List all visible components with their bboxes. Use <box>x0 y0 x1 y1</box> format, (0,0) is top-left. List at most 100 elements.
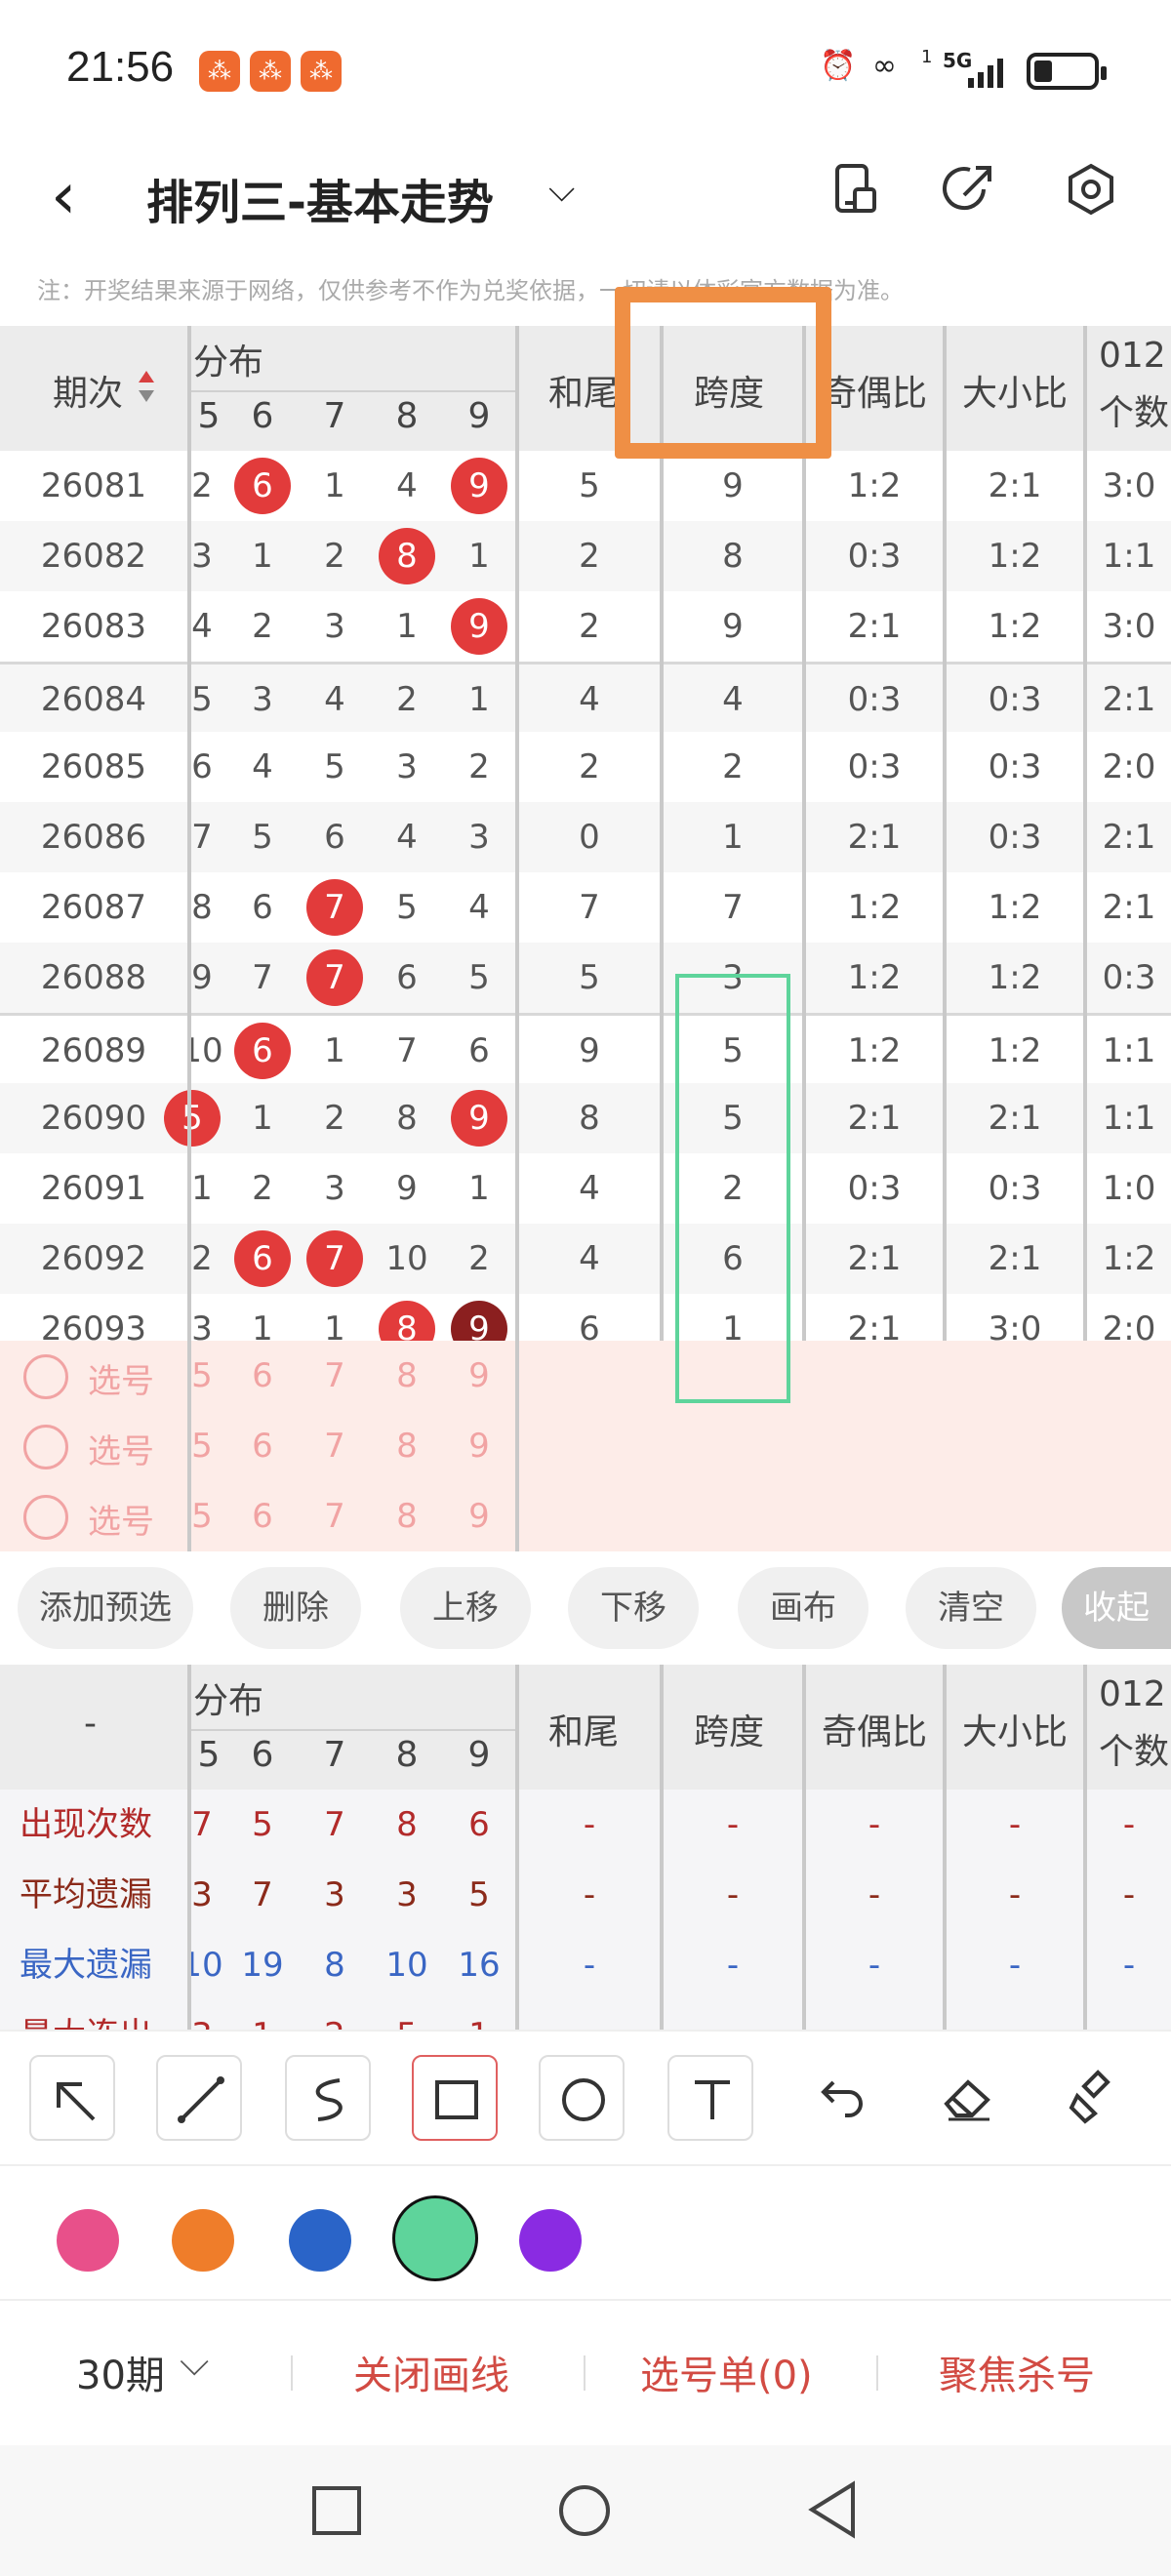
mod012-header[interactable]: 012 <box>1099 336 1166 376</box>
sum-tail-header[interactable]: 和尾 <box>548 365 619 416</box>
pick-digit[interactable]: 6 <box>228 1481 297 1551</box>
pick-digit[interactable]: 6 <box>228 1411 297 1481</box>
circle-tool-icon[interactable] <box>539 2055 625 2141</box>
period-cell: 26092 <box>40 1239 147 1278</box>
recents-icon[interactable] <box>310 2484 363 2537</box>
clear-brush-icon[interactable] <box>1052 2055 1138 2141</box>
number-picker-area: 选号 5 6 7 8 9 选号 5 6 7 8 9 选号 5 6 7 8 9 <box>0 1341 1171 1551</box>
winning-number-ball: 7 <box>306 1230 363 1287</box>
green-rectangle-annotation[interactable] <box>675 974 790 1403</box>
table-row[interactable]: 26092 2 6 7 10 2 4 6 2:1 2:1 1:2 <box>0 1224 1171 1294</box>
digit-cell: 3 <box>396 747 418 786</box>
undo-icon[interactable] <box>796 2055 882 2141</box>
pick-list-button[interactable]: 选号单(0) <box>640 2344 813 2400</box>
pick-digit[interactable]: 8 <box>373 1481 441 1551</box>
share-icon[interactable] <box>941 160 999 219</box>
pick-digit[interactable]: 5 <box>191 1411 226 1481</box>
table-row[interactable]: 26086 7 5 6 4 3 0 1 2:1 0:3 2:1 <box>0 802 1171 872</box>
move-up-button[interactable]: 上移 <box>400 1567 531 1649</box>
statistics-table: - 分布 5 6 7 8 9 和尾 跨度 奇偶比 大小比 012 个数 出现次数… <box>0 1665 1171 2030</box>
settings-icon[interactable] <box>1062 160 1120 219</box>
winning-number-ball: 9 <box>451 598 507 655</box>
add-canvas-button[interactable]: 画布+ <box>738 1567 868 1710</box>
pick-row[interactable]: 选号 5 6 7 8 9 <box>0 1481 517 1551</box>
color-swatch-green-selected[interactable] <box>392 2195 478 2281</box>
collapse-button[interactable]: 收起 <box>1062 1567 1171 1649</box>
delete-button[interactable]: 删除 <box>230 1567 361 1649</box>
pick-digit[interactable]: 5 <box>191 1481 226 1551</box>
close-drawing-button[interactable]: 关闭画线 <box>353 2344 509 2400</box>
focus-kill-button[interactable]: 聚焦杀号 <box>939 2344 1095 2400</box>
radio-circle-icon[interactable] <box>23 1354 68 1399</box>
pick-digit[interactable]: 9 <box>445 1341 513 1411</box>
table-row[interactable]: 26090 5 1 2 8 9 8 5 2:1 2:1 1:1 <box>0 1083 1171 1153</box>
eraser-icon[interactable] <box>925 2055 1011 2141</box>
page-title[interactable]: 排列三-基本走势 <box>146 164 494 232</box>
digit-cell: 6 <box>396 958 418 997</box>
period-selector[interactable]: 30期 <box>76 2344 165 2400</box>
odd-even-cell: 2:1 <box>847 818 902 857</box>
color-swatch-pink[interactable] <box>57 2209 119 2272</box>
battery-icon <box>1027 53 1107 90</box>
back-nav-icon[interactable] <box>806 2480 861 2539</box>
table-row[interactable]: 26083 4 2 3 1 9 2 9 2:1 1:2 3:0 <box>0 591 1171 662</box>
chevron-down-icon[interactable]: ⌵ <box>180 2340 209 2385</box>
sort-icon[interactable] <box>137 369 156 404</box>
stats-dash: - <box>1122 1946 1136 1985</box>
rectangle-tool-icon[interactable] <box>412 2055 498 2141</box>
stats-dash: - <box>726 1946 740 1985</box>
table-row[interactable]: 26089 10 6 1 7 6 9 5 1:2 1:2 1:1 <box>0 1013 1171 1083</box>
move-down-button[interactable]: 下移 <box>568 1567 699 1649</box>
table-row[interactable]: 26087 8 6 7 5 4 7 7 1:2 1:2 2:1 <box>0 872 1171 943</box>
back-icon[interactable]: ‹ <box>51 158 76 233</box>
curve-tool-icon[interactable] <box>285 2055 371 2141</box>
stats-row: 最大连出31251----- <box>0 2000 1171 2030</box>
stats-span-header: 跨度 <box>693 1712 764 1752</box>
table-row[interactable]: 26081 2 6 1 4 9 5 9 1:2 2:1 3:0 <box>0 451 1171 521</box>
line-tool-icon[interactable] <box>156 2055 242 2141</box>
color-swatch-blue[interactable] <box>289 2209 351 2272</box>
add-preselect-button[interactable]: 添加预选 <box>18 1567 193 1649</box>
stats-value: 1 <box>445 2000 513 2030</box>
pick-digit[interactable]: 5 <box>191 1341 226 1411</box>
text-tool-icon[interactable] <box>667 2055 753 2141</box>
pick-digit[interactable]: 7 <box>301 1481 369 1551</box>
digit-cell: 6 <box>252 888 273 927</box>
digit-cell: 7 <box>191 818 213 857</box>
clear-button[interactable]: 清空 <box>906 1567 1036 1649</box>
period-header[interactable]: 期次 <box>53 365 123 416</box>
pick-digit[interactable]: 7 <box>301 1341 369 1411</box>
radio-circle-icon[interactable] <box>23 1495 68 1540</box>
stats-dash: - <box>664 2000 802 2030</box>
winning-number-ball: 9 <box>451 458 507 514</box>
stats-value: 8 <box>396 1805 418 1844</box>
table-row[interactable]: 26088 9 7 7 6 5 5 3 1:2 1:2 0:3 <box>0 943 1171 1013</box>
pick-digit[interactable]: 9 <box>445 1411 513 1481</box>
pick-row[interactable]: 选号 5 6 7 8 9 <box>0 1411 517 1481</box>
table-row[interactable]: 26082 3 1 2 8 1 2 8 0:3 1:2 1:1 <box>0 521 1171 591</box>
pick-digit[interactable]: 9 <box>445 1481 513 1551</box>
radio-circle-icon[interactable] <box>23 1425 68 1469</box>
home-icon[interactable] <box>556 2482 613 2539</box>
digit-cell: 2 <box>468 747 490 786</box>
chevron-down-icon[interactable]: ⌵ <box>548 170 575 211</box>
arrow-tool-icon[interactable] <box>29 2055 115 2141</box>
mod012-cell: 2:1 <box>1102 818 1156 857</box>
big-small-header[interactable]: 大小比 <box>947 365 1083 416</box>
digit-header-7: 7 <box>323 396 346 436</box>
pick-digit[interactable]: 8 <box>373 1341 441 1411</box>
pick-digit[interactable]: 6 <box>228 1341 297 1411</box>
color-swatch-orange[interactable] <box>172 2209 234 2272</box>
digit-cell: 2 <box>252 1169 273 1208</box>
orange-rectangle-annotation[interactable] <box>615 287 831 459</box>
pick-digit[interactable]: 8 <box>373 1411 441 1481</box>
color-swatch-purple[interactable] <box>519 2209 582 2272</box>
table-row[interactable]: 26085 6 4 5 3 2 2 2 0:3 0:3 2:0 <box>0 732 1171 802</box>
pick-digit[interactable]: 7 <box>301 1411 369 1481</box>
table-row[interactable]: 26084 5 3 4 2 1 4 4 0:3 0:3 2:1 <box>0 662 1171 732</box>
phone-layout-icon[interactable] <box>826 160 884 219</box>
trend-table[interactable]: 期次 分布 5 6 7 8 9 和尾 跨度 奇偶比 大小比 012 个数 260… <box>0 326 1171 1551</box>
digit-cell: 5 <box>191 680 213 719</box>
pick-row[interactable]: 选号 5 6 7 8 9 <box>0 1341 517 1411</box>
table-row[interactable]: 26091 1 2 3 9 1 4 2 0:3 0:3 1:0 <box>0 1153 1171 1224</box>
